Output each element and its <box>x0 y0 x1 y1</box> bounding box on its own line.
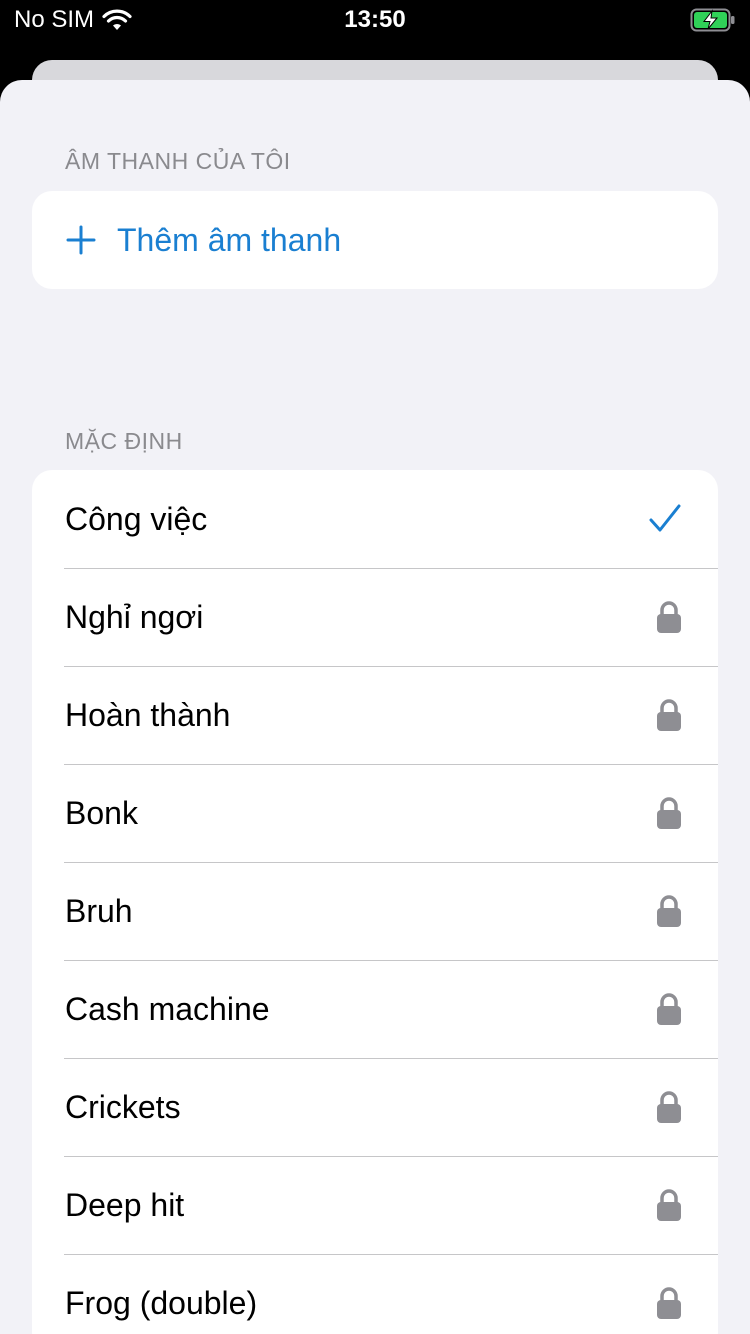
status-bar: No SIM 13:50 <box>0 0 750 42</box>
lock-icon <box>656 1286 682 1320</box>
sound-row-cong-viec[interactable]: Công việc <box>32 470 718 568</box>
sound-label: Crickets <box>65 1088 181 1125</box>
sound-row-deep-hit[interactable]: Deep hit <box>32 1156 718 1254</box>
battery-charging-icon <box>690 8 736 32</box>
sound-row-frog-double[interactable]: Frog (double) <box>32 1254 718 1334</box>
my-sounds-header: ÂM THANH CỦA TÔI <box>65 148 291 174</box>
sound-label: Bruh <box>65 892 133 929</box>
my-sounds-group: Thêm âm thanh <box>32 191 718 289</box>
sound-row-bonk[interactable]: Bonk <box>32 764 718 862</box>
lock-icon <box>656 894 682 928</box>
sound-label: Hoàn thành <box>65 696 231 733</box>
sound-label: Cash machine <box>65 990 270 1027</box>
sound-row-hoan-thanh[interactable]: Hoàn thành <box>32 666 718 764</box>
lock-icon <box>656 992 682 1026</box>
sound-label: Công việc <box>65 500 208 537</box>
checkmark-icon <box>648 502 682 536</box>
status-clock: 13:50 <box>344 6 406 33</box>
sound-label: Frog (double) <box>65 1284 258 1321</box>
plus-icon <box>65 224 97 256</box>
default-sounds-header: MẶC ĐỊNH <box>65 428 183 454</box>
sound-row-crickets[interactable]: Crickets <box>32 1058 718 1156</box>
sound-row-nghi-ngoi[interactable]: Nghỉ ngơi <box>32 568 718 666</box>
sound-label: Bonk <box>65 794 138 831</box>
lock-icon <box>656 1090 682 1124</box>
add-sound-button[interactable]: Thêm âm thanh <box>32 191 718 289</box>
sound-label: Nghỉ ngơi <box>65 598 204 635</box>
lock-icon <box>656 796 682 830</box>
add-sound-label: Thêm âm thanh <box>117 221 342 258</box>
sound-picker-sheet: ÂM THANH CỦA TÔI Thêm âm thanh MẶC ĐỊNH … <box>0 80 750 1334</box>
lock-icon <box>656 600 682 634</box>
lock-icon <box>656 698 682 732</box>
sound-label: Deep hit <box>65 1186 185 1223</box>
lock-icon <box>656 1188 682 1222</box>
default-sounds-group: Công việc Nghỉ ngơi Hoàn thành Bonk Bruh… <box>32 470 718 1334</box>
sound-row-cash-machine[interactable]: Cash machine <box>32 960 718 1058</box>
sound-row-bruh[interactable]: Bruh <box>32 862 718 960</box>
screen: No SIM 13:50 ÂM THANH CỦA TÔI Thêm âm th… <box>0 0 750 1334</box>
